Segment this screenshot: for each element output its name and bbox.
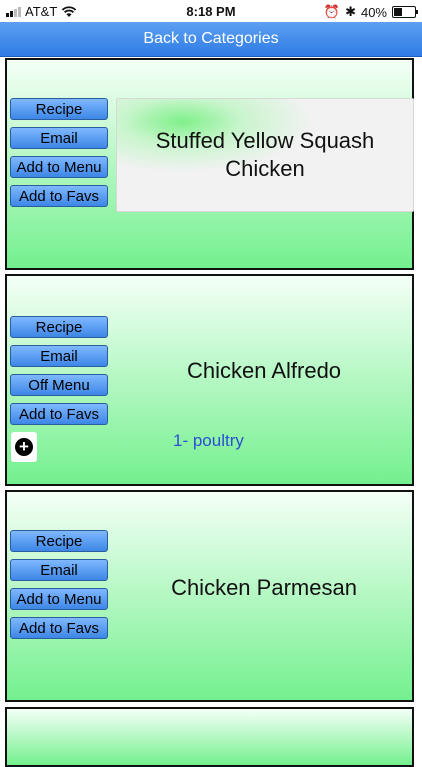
recipe-button[interactable]: Recipe xyxy=(10,98,108,120)
status-bar: AT&T 8:18 PM ⏰ ✱ 40% xyxy=(0,0,422,22)
add-to-menu-button[interactable]: Add to Menu xyxy=(10,588,108,610)
add-to-favs-button[interactable]: Add to Favs xyxy=(10,185,108,207)
navigation-bar: Back to Categories xyxy=(0,22,422,57)
recipe-card-partial xyxy=(5,707,414,767)
recipe-card: Recipe Email Add to Menu Add to Favs Stu… xyxy=(5,58,414,270)
status-right: ⏰ ✱ 40% xyxy=(323,4,418,20)
expand-button[interactable]: + xyxy=(11,432,37,462)
recipe-card: Recipe Email Add to Menu Add to Favs Chi… xyxy=(5,490,414,702)
email-button[interactable]: Email xyxy=(10,345,108,367)
recipe-title[interactable]: Stuffed Yellow Squash Chicken xyxy=(116,98,414,212)
bluetooth-icon: ✱ xyxy=(345,4,356,19)
off-menu-button[interactable]: Off Menu xyxy=(10,374,108,396)
category-tag: 1- poultry xyxy=(173,431,244,450)
recipe-card: Recipe Email Off Menu Add to Favs + Chic… xyxy=(5,274,414,486)
add-to-favs-button[interactable]: Add to Favs xyxy=(10,617,108,639)
back-to-categories-button[interactable]: Back to Categories xyxy=(0,22,422,56)
recipe-actions: Recipe Email Add to Menu Add to Favs xyxy=(10,530,108,639)
recipe-title[interactable]: Chicken Parmesan xyxy=(116,575,412,601)
email-button[interactable]: Email xyxy=(10,559,108,581)
email-button[interactable]: Email xyxy=(10,127,108,149)
recipe-actions: Recipe Email Add to Menu Add to Favs xyxy=(10,98,108,207)
recipe-title[interactable]: Chicken Alfredo xyxy=(116,358,412,384)
recipe-button[interactable]: Recipe xyxy=(10,316,108,338)
plus-circle-icon: + xyxy=(15,438,33,456)
add-to-favs-button[interactable]: Add to Favs xyxy=(10,403,108,425)
recipe-button[interactable]: Recipe xyxy=(10,530,108,552)
battery-percent: 40% xyxy=(360,4,387,20)
alarm-icon: ⏰ xyxy=(323,4,341,19)
recipe-actions: Recipe Email Off Menu Add to Favs xyxy=(10,316,108,425)
battery-icon xyxy=(392,6,418,18)
add-to-menu-button[interactable]: Add to Menu xyxy=(10,156,108,178)
